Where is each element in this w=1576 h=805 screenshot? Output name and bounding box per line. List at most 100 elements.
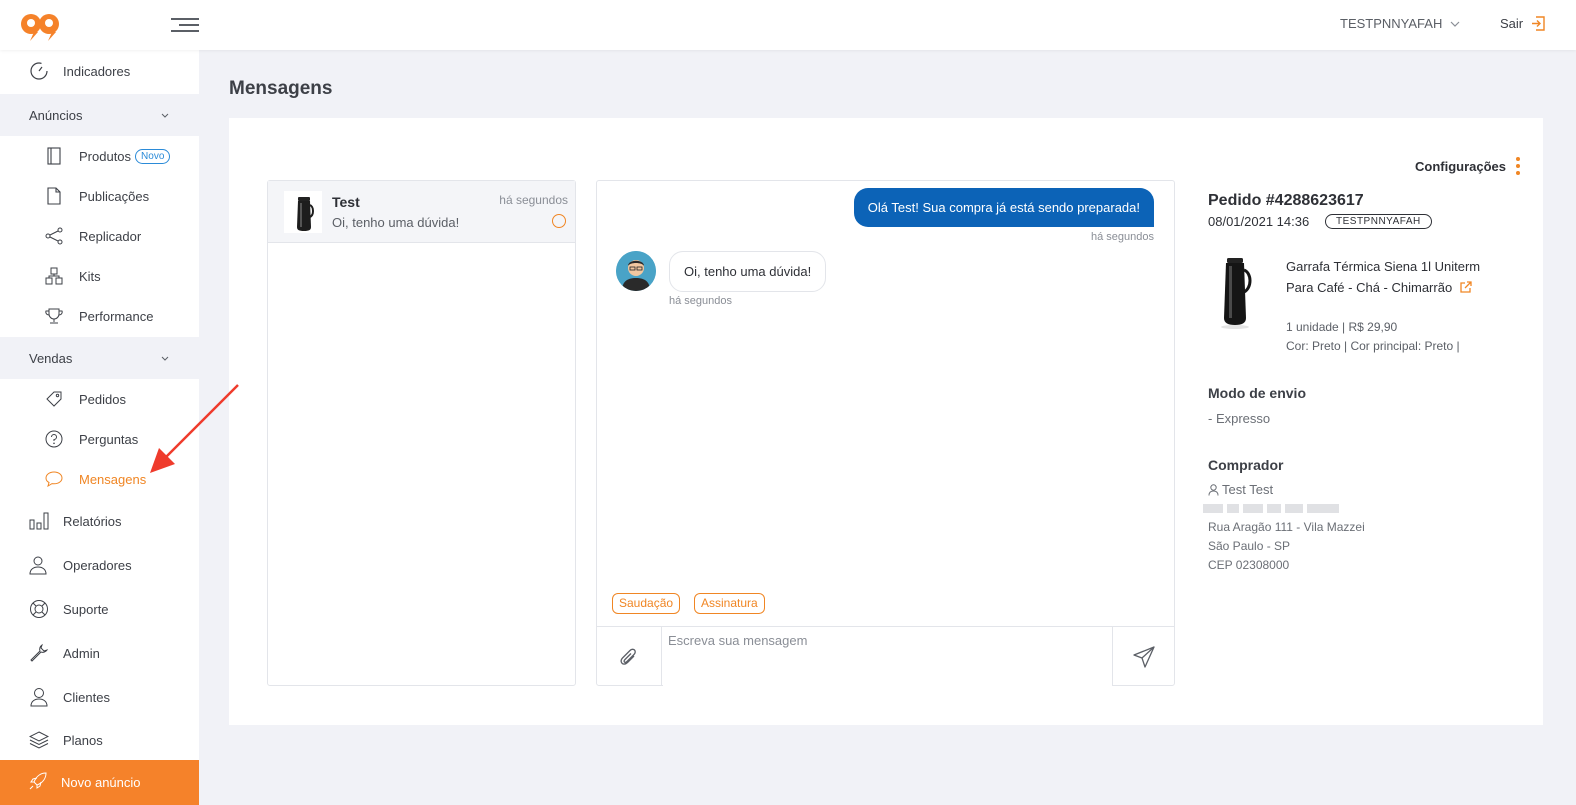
- buyer-avatar: [616, 251, 656, 291]
- quick-reply-assinatura[interactable]: Assinatura: [694, 593, 765, 614]
- message-composer: [597, 626, 1174, 686]
- sidebar-item-operadores[interactable]: Operadores: [0, 545, 199, 585]
- logout-icon: [1532, 16, 1545, 31]
- page-title: Mensagens: [229, 78, 333, 99]
- attach-button[interactable]: [597, 627, 662, 686]
- paperclip-icon: [620, 648, 636, 665]
- message-time: há segundos: [669, 295, 732, 307]
- external-link-icon[interactable]: [1460, 281, 1472, 293]
- wrench-icon: [28, 642, 50, 664]
- layers-icon: [28, 729, 50, 751]
- sidebar-item-label: Kits: [79, 268, 101, 284]
- outgoing-message: Olá Test! Sua compra já está sendo prepa…: [853, 188, 1154, 227]
- settings-label: Configurações: [1415, 158, 1507, 174]
- sidebar-group-label: Anúncios: [29, 107, 83, 123]
- speedometer-icon: [28, 60, 50, 82]
- buyer-title: Comprador: [1208, 457, 1284, 473]
- rocket-icon: [28, 771, 48, 794]
- shipping-value: - Expresso: [1208, 411, 1271, 426]
- chevron-down-icon: [161, 356, 169, 361]
- buyer-name: Test Test: [1222, 482, 1274, 497]
- boxes-icon: [43, 265, 65, 287]
- sidebar-item-planos[interactable]: Planos: [0, 720, 199, 760]
- sidebar-item-label: Operadores: [63, 557, 132, 573]
- order-title: Pedido #4288623617: [1208, 192, 1364, 209]
- sidebar-item-label: Publicações: [79, 188, 150, 204]
- new-ad-label: Novo anúncio: [61, 775, 141, 790]
- trophy-icon: [43, 305, 65, 327]
- sidebar-group-label: Vendas: [29, 350, 73, 366]
- lifebuoy-icon: [28, 598, 50, 620]
- sidebar-item-label: Relatórios: [63, 513, 122, 529]
- sidebar-item-label: Clientes: [63, 689, 110, 705]
- chevron-down-icon: [1450, 21, 1460, 27]
- sidebar-item-label: Suporte: [63, 601, 109, 617]
- product-name-link[interactable]: Garrafa Térmica Siena 1l Uniterm Para Ca…: [1286, 256, 1486, 298]
- sidebar-item-perguntas[interactable]: Perguntas: [0, 421, 199, 457]
- redacted-phone: [1203, 504, 1339, 513]
- shipping-title: Modo de envio: [1208, 385, 1306, 401]
- unread-indicator: [552, 214, 566, 228]
- sidebar-item-label: Performance: [79, 308, 154, 324]
- product-attributes: Cor: Preto | Cor principal: Preto |: [1286, 339, 1460, 353]
- user-icon: [1208, 483, 1219, 496]
- message-input[interactable]: [663, 627, 1113, 686]
- sidebar-item-label: Indicadores: [63, 63, 131, 79]
- sidebar-item-label: Mensagens: [79, 471, 147, 487]
- order-account-badge: TESTPNNYAFAH: [1325, 214, 1432, 229]
- sidebar-item-label: Pedidos: [79, 391, 126, 407]
- sidebar-item-pedidos[interactable]: Pedidos: [0, 381, 199, 417]
- sidebar-item-admin[interactable]: Admin: [0, 633, 199, 673]
- address-line-2: São Paulo - SP: [1208, 539, 1291, 553]
- sidebar-item-label: Admin: [63, 645, 100, 661]
- sidebar-item-label: Replicador: [79, 228, 142, 244]
- question-icon: [43, 428, 65, 450]
- logout-button[interactable]: Sair: [1500, 16, 1545, 31]
- conversation-time: há segundos: [499, 193, 568, 207]
- product-qty-price: 1 unidade | R$ 29,90: [1286, 320, 1398, 334]
- sidebar-item-performance[interactable]: Performance: [0, 298, 199, 334]
- logout-label: Sair: [1500, 16, 1524, 31]
- address-line-3: CEP 02308000: [1208, 558, 1290, 572]
- chat-bubble-icon: [43, 468, 65, 490]
- settings-button[interactable]: Configurações: [1415, 157, 1521, 175]
- sidebar-item-relatorios[interactable]: Relatórios: [0, 501, 199, 541]
- send-button[interactable]: [1112, 627, 1174, 686]
- bar-chart-icon: [28, 510, 50, 532]
- buyer-name-row: Test Test: [1208, 482, 1273, 497]
- sidebar-group-anuncios[interactable]: Anúncios: [0, 94, 199, 136]
- notebook-icon: [43, 145, 65, 167]
- tag-icon: [43, 388, 65, 410]
- sidebar-item-suporte[interactable]: Suporte: [0, 589, 199, 629]
- incoming-message: Oi, tenho uma dúvida!: [669, 251, 827, 292]
- product-thumbnail: [284, 191, 322, 233]
- sidebar-item-replicador[interactable]: Replicador: [0, 218, 199, 254]
- account-menu[interactable]: TESTPNNYAFAH: [1340, 16, 1460, 31]
- top-bar: TESTPNNYAFAH Sair: [0, 0, 1576, 50]
- conversation-list: Test Oi, tenho uma dúvida! há segundos: [267, 180, 576, 686]
- sidebar-item-publicacoes[interactable]: Publicações: [0, 178, 199, 214]
- conversation-item[interactable]: Test Oi, tenho uma dúvida! há segundos: [268, 181, 575, 243]
- new-ad-button[interactable]: Novo anúncio: [0, 760, 199, 805]
- product-image: [1208, 254, 1266, 330]
- account-name: TESTPNNYAFAH: [1340, 16, 1443, 31]
- menu-toggle-icon[interactable]: [171, 16, 199, 34]
- sidebar-item-label: Perguntas: [79, 431, 139, 447]
- product-name: Garrafa Térmica Siena 1l Uniterm Para Ca…: [1286, 259, 1481, 295]
- sidebar-item-mensagens[interactable]: Mensagens: [0, 461, 199, 497]
- sidebar-item-kits[interactable]: Kits: [0, 258, 199, 294]
- order-date: 08/01/2021 14:36: [1208, 214, 1310, 229]
- sidebar-item-indicadores[interactable]: Indicadores: [0, 51, 199, 91]
- sidebar-item-produtos[interactable]: Produtos Novo: [0, 138, 199, 174]
- share-icon: [43, 225, 65, 247]
- sidebar-group-vendas[interactable]: Vendas: [0, 337, 199, 379]
- logo[interactable]: [20, 12, 62, 42]
- user-icon: [28, 686, 50, 708]
- sidebar-item-label: Planos: [63, 732, 103, 748]
- chat-panel: Olá Test! Sua compra já está sendo prepa…: [596, 180, 1175, 686]
- sidebar-item-clientes[interactable]: Clientes: [0, 677, 199, 717]
- sidebar-item-label: Produtos: [79, 148, 132, 164]
- quick-reply-saudacao[interactable]: Saudação: [612, 593, 681, 614]
- address-line-1: Rua Aragão 111 - Vila Mazzei: [1208, 520, 1365, 534]
- document-icon: [43, 185, 65, 207]
